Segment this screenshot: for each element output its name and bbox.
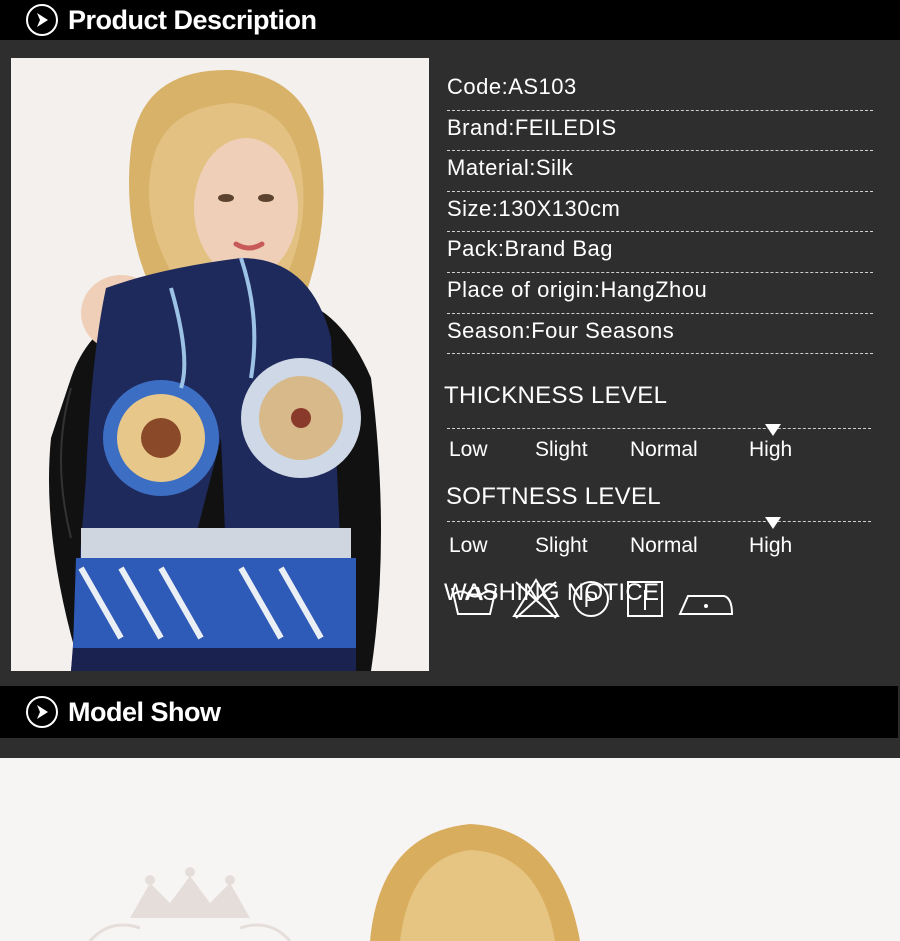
iron-low-icon — [678, 595, 734, 615]
softness-scale-line — [447, 521, 871, 522]
softness-option-normal: Normal — [630, 534, 698, 557]
hand-wash-icon — [451, 586, 497, 615]
softness-option-low: Low — [449, 534, 488, 557]
softness-option-slight: Slight — [535, 534, 588, 557]
spec-origin: Place of origin:HangZhou — [447, 273, 873, 314]
softness-title: SOFTNESS LEVEL — [446, 483, 661, 510]
divider — [0, 738, 900, 758]
product-photo — [11, 58, 429, 671]
spec-season: Season:Four Seasons — [447, 314, 873, 355]
description-panel: Code:AS103 Brand:FEILEDIS Material:Silk … — [0, 40, 900, 686]
thickness-scale-line — [447, 428, 871, 429]
thickness-option-low: Low — [449, 438, 488, 461]
washing-icons: P — [448, 578, 738, 620]
spec-pack: Pack:Brand Bag — [447, 232, 873, 273]
thickness-option-high: High — [749, 438, 793, 461]
spec-brand: Brand:FEILEDIS — [447, 111, 873, 152]
model-show-header: Model Show — [0, 686, 898, 738]
thickness-option-normal: Normal — [630, 438, 698, 461]
spec-list: Code:AS103 Brand:FEILEDIS Material:Silk … — [447, 70, 873, 355]
spec-code: Code:AS103 — [447, 70, 873, 111]
softness-option-high: High — [749, 534, 793, 557]
product-description-header: Product Description — [0, 0, 900, 40]
section-title: Product Description — [68, 4, 317, 35]
play-arrow-icon — [26, 4, 58, 36]
thickness-marker-icon — [765, 424, 781, 436]
thickness-title: THICKNESS LEVEL — [444, 382, 668, 409]
thickness-option-slight: Slight — [535, 438, 588, 461]
no-bleach-icon — [512, 578, 560, 619]
play-arrow-icon — [26, 696, 58, 728]
spec-size: Size:130X130cm — [447, 192, 873, 233]
line-dry-icon — [627, 581, 663, 617]
svg-text:P: P — [584, 587, 599, 612]
dry-clean-p-icon: P — [573, 581, 609, 617]
model-photo — [0, 758, 900, 941]
spec-material: Material:Silk — [447, 151, 873, 192]
softness-marker-icon — [765, 517, 781, 529]
section-title: Model Show — [68, 696, 221, 727]
